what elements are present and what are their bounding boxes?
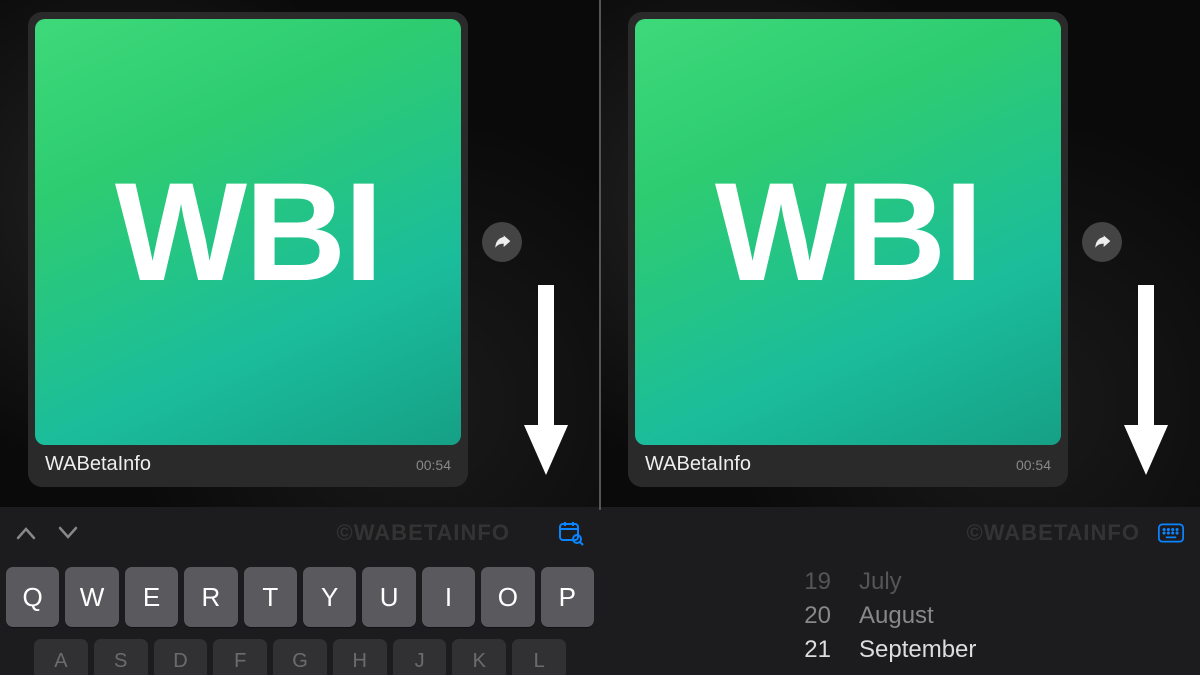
key-e[interactable]: E — [125, 567, 178, 627]
calendar-search-button[interactable] — [558, 520, 584, 546]
message-caption: WABetaInfo — [645, 453, 751, 476]
forward-icon — [1092, 232, 1112, 252]
key-s[interactable]: S — [94, 639, 148, 675]
forward-button[interactable] — [1082, 222, 1122, 262]
search-toolbar: ©WABETAINFO — [0, 507, 600, 559]
picker-day: 21 — [781, 636, 831, 664]
key-p[interactable]: P — [541, 567, 594, 627]
picker-month: September — [859, 636, 1019, 664]
key-q[interactable]: Q — [6, 567, 59, 627]
key-o[interactable]: O — [481, 567, 534, 627]
key-y[interactable]: Y — [303, 567, 356, 627]
key-j[interactable]: J — [393, 639, 447, 675]
key-a[interactable]: A — [34, 639, 88, 675]
key-k[interactable]: K — [452, 639, 506, 675]
key-r[interactable]: R — [184, 567, 237, 627]
panel-divider — [599, 0, 601, 510]
keyboard[interactable]: QWERTYUIOP ASDFGHJKL — [0, 559, 600, 675]
picker-row[interactable]: 21 September — [781, 633, 1019, 667]
key-w[interactable]: W — [65, 567, 118, 627]
forward-icon — [492, 232, 512, 252]
picker-row[interactable]: 20 August — [781, 599, 1019, 633]
chevron-down-icon[interactable] — [58, 520, 78, 546]
keyboard-button[interactable] — [1158, 520, 1184, 546]
caption-row: WABetaInfo 00:54 — [35, 445, 461, 480]
search-toolbar: ©WABETAINFO — [600, 507, 1200, 559]
forward-button[interactable] — [482, 222, 522, 262]
caption-row: WABetaInfo 00:54 — [635, 445, 1061, 480]
picker-day: 20 — [781, 602, 831, 630]
picker-month: July — [859, 568, 1019, 596]
message-image[interactable]: WBI — [35, 19, 461, 445]
chat-area: WBI WABetaInfo 00:54 — [0, 0, 600, 507]
message-bubble[interactable]: WBI WABetaInfo 00:54 — [28, 12, 468, 487]
arrow-indicator — [518, 285, 574, 480]
keyboard-row-2: ASDFGHJKL — [6, 639, 594, 675]
key-h[interactable]: H — [333, 639, 387, 675]
key-g[interactable]: G — [273, 639, 327, 675]
key-u[interactable]: U — [362, 567, 415, 627]
picker-day: 19 — [781, 568, 831, 596]
key-d[interactable]: D — [154, 639, 208, 675]
key-f[interactable]: F — [213, 639, 267, 675]
key-i[interactable]: I — [422, 567, 475, 627]
chevron-up-icon[interactable] — [16, 520, 36, 546]
image-logo-text: WBI — [115, 151, 381, 313]
key-l[interactable]: L — [512, 639, 566, 675]
arrow-indicator — [1118, 285, 1174, 480]
picker-month: August — [859, 602, 1019, 630]
chat-area: WBI WABetaInfo 00:54 — [600, 0, 1200, 507]
message-image[interactable]: WBI — [635, 19, 1061, 445]
keyboard-row-1: QWERTYUIOP — [6, 567, 594, 627]
message-caption: WABetaInfo — [45, 453, 151, 476]
key-t[interactable]: T — [244, 567, 297, 627]
watermark: ©WABETAINFO — [967, 520, 1140, 546]
image-logo-text: WBI — [715, 151, 981, 313]
date-picker[interactable]: 19 July 20 August 21 September — [600, 559, 1200, 675]
message-time: 00:54 — [416, 457, 451, 473]
left-panel: WBI WABetaInfo 00:54 ©WABETAINFO — [0, 0, 600, 675]
message-time: 00:54 — [1016, 457, 1051, 473]
watermark: ©WABETAINFO — [337, 520, 510, 546]
message-bubble[interactable]: WBI WABetaInfo 00:54 — [628, 12, 1068, 487]
right-panel: WBI WABetaInfo 00:54 ©WABETAINFO — [600, 0, 1200, 675]
picker-row[interactable]: 19 July — [781, 565, 1019, 599]
